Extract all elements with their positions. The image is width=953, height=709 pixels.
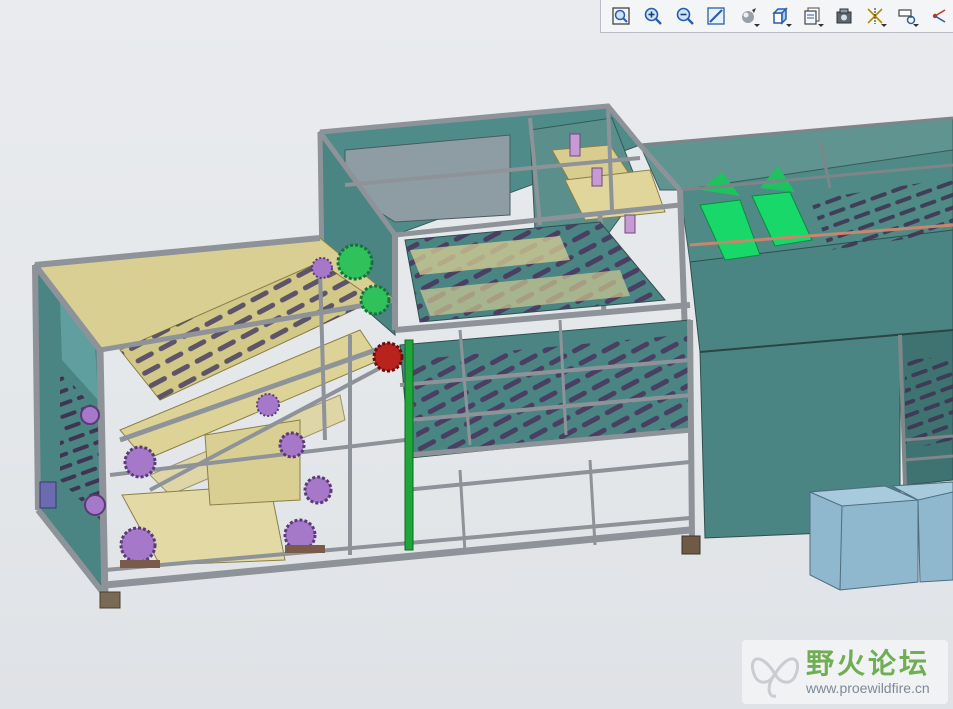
layers-button[interactable] <box>798 3 826 29</box>
saved-views-button[interactable] <box>766 3 794 29</box>
view-toolbar <box>600 0 953 33</box>
green-support-pole <box>404 339 414 551</box>
cad-model-viewport[interactable] <box>0 0 953 709</box>
middle-roller-deck <box>394 221 693 459</box>
repaint-button[interactable] <box>702 3 730 29</box>
saved-views-icon <box>772 7 788 25</box>
annotation-display-button[interactable] <box>893 3 921 29</box>
zoom-out-button[interactable] <box>671 3 699 29</box>
zoom-in-icon <box>644 7 662 25</box>
appearance-icon <box>836 8 852 24</box>
red-drive-gear <box>372 341 404 373</box>
spin-center-icon <box>932 9 946 23</box>
display-style-button[interactable] <box>734 3 762 29</box>
datum-display-button[interactable] <box>862 3 890 29</box>
zoom-fit-icon <box>612 7 630 25</box>
watermark-title: 野火论坛 <box>806 647 931 680</box>
butterfly-logo-icon <box>751 657 799 698</box>
spin-center-button[interactable] <box>925 3 953 29</box>
forum-watermark: 野火论坛 www.proewildfire.cn <box>742 640 948 704</box>
zoom-fit-button[interactable] <box>607 3 635 29</box>
appearance-button[interactable] <box>830 3 858 29</box>
display-style-icon <box>742 8 757 23</box>
datum-display-icon <box>867 8 883 24</box>
zoom-out-icon <box>676 7 694 25</box>
layers-icon <box>804 7 820 25</box>
annotation-display-icon <box>898 9 916 25</box>
watermark-url: www.proewildfire.cn <box>806 680 930 696</box>
collection-bins <box>809 481 953 591</box>
repaint-icon <box>707 7 725 25</box>
zoom-in-button[interactable] <box>639 3 667 29</box>
